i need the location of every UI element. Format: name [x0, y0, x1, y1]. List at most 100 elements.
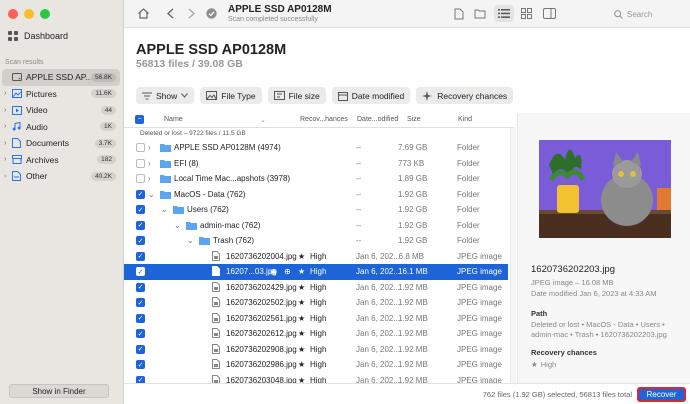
sidebar-item-dashboard[interactable]: Dashboard — [8, 31, 68, 41]
sidebar-item-documents[interactable]: › Documents 3.7K — [2, 135, 120, 152]
locate-icon[interactable]: ⊕ — [284, 267, 291, 276]
sidebar-item-audio[interactable]: › Audio 1K — [2, 119, 120, 136]
file-row[interactable]: ✓ 16207...03.jpg ◉ ⊕ ★ High Jan 6, 202... 16.1 … — [124, 264, 508, 280]
recovery-chances-filter-button[interactable]: Recovery chances — [416, 87, 514, 104]
chevron-right-icon[interactable]: › — [4, 107, 12, 114]
count-badge: 11.6K — [91, 89, 116, 99]
file-row[interactable]: ✓ 1620736202561.jpg ★ High Jan 6, 202... 1.92… — [124, 311, 508, 327]
recover-button[interactable]: Recover — [637, 387, 686, 402]
row-checkbox[interactable]: ✓ — [136, 267, 145, 276]
chevron-down-icon[interactable]: ⌄ — [148, 190, 155, 199]
select-all-checkbox[interactable]: − — [135, 115, 144, 124]
sort-chevron-icon[interactable]: ⌄ — [260, 116, 266, 124]
row-checkbox[interactable]: ✓ — [136, 251, 145, 261]
folder-row[interactable]: › Local Time Mac...apshots (3978) -- 1.89 G… — [124, 171, 508, 187]
chevron-right-icon[interactable]: › — [4, 90, 12, 97]
row-recovery: High — [310, 313, 327, 323]
chevron-down-icon[interactable]: ⌄ — [161, 205, 168, 214]
row-size: 1.92 MB — [398, 360, 428, 369]
preview-pane: 1620736202203.jpg JPEG image – 16.08 MB … — [517, 113, 690, 383]
row-kind: JPEG image — [457, 329, 502, 338]
chevron-down-icon[interactable]: ⌄ — [187, 236, 194, 245]
sidebar-item-other[interactable]: › Other 40.2K — [2, 168, 120, 185]
sidebar-item-label: Documents — [26, 138, 69, 149]
row-date: -- — [356, 189, 362, 199]
folder-row[interactable]: › APPLE SSD AP0128M (4974) -- 7.69 GB Folder — [124, 140, 508, 156]
dashboard-label: Dashboard — [24, 31, 69, 41]
close-window-button[interactable] — [8, 9, 18, 19]
table-scrollbar[interactable] — [510, 128, 516, 383]
chevron-right-icon[interactable]: › — [148, 143, 151, 152]
file-row[interactable]: ✓ 1620736202908.jpg ★ High Jan 6, 202... 1.92… — [124, 342, 508, 358]
file-size-filter-label: File size — [288, 90, 320, 101]
row-kind: JPEG image — [457, 360, 502, 369]
row-checkbox[interactable]: ✓ — [136, 236, 145, 245]
sidebar-item-video[interactable]: › Video 44 — [2, 102, 120, 119]
show-filter-button[interactable]: Show — [136, 87, 195, 104]
minimize-window-button[interactable] — [24, 9, 34, 19]
row-checkbox[interactable]: ✓ — [136, 205, 145, 214]
grid-view-icon[interactable] — [521, 8, 532, 19]
back-icon[interactable] — [166, 8, 176, 19]
list-view-button[interactable] — [494, 5, 514, 22]
row-checkbox[interactable]: ✓ — [136, 220, 145, 230]
folder-row[interactable]: ✓ ⌄ Users (762) -- 1.92 GB Folder — [124, 202, 508, 218]
chevron-down-icon[interactable]: ⌄ — [174, 221, 181, 230]
row-date: -- — [356, 158, 362, 168]
folder-row[interactable]: › EFI (8) -- 773 KB Folder — [124, 156, 508, 172]
row-checkbox[interactable] — [136, 158, 145, 168]
show-in-finder-button[interactable]: Show in Finder — [9, 384, 109, 398]
sidebar-item-label: Pictures — [26, 88, 57, 99]
chevron-right-icon[interactable]: › — [4, 173, 12, 180]
folder-view-icon[interactable] — [474, 8, 486, 19]
file-row[interactable]: ✓ 1620736202612.jpg ★ High Jan 6, 202... 1.92… — [124, 326, 508, 342]
row-checkbox[interactable] — [136, 174, 145, 183]
row-kind: JPEG image — [457, 298, 502, 307]
column-header-date[interactable]: Date...odified — [357, 116, 398, 123]
column-header-recovery[interactable]: Recov...hances — [300, 116, 348, 123]
row-checkbox[interactable]: ✓ — [136, 298, 145, 307]
zoom-window-button[interactable] — [40, 9, 50, 19]
file-row[interactable]: ✓ 1620736202502.jpg ★ High Jan 6, 202... 1.92… — [124, 295, 508, 311]
row-checkbox[interactable]: ✓ — [136, 313, 145, 323]
sidebar-item-pictures[interactable]: › Pictures 11.6K — [2, 86, 120, 103]
date-modified-filter-button[interactable]: Date modified — [331, 87, 411, 104]
sidebar-item-apple-ssd-ap[interactable]: APPLE SSD AP... 56.8K — [2, 69, 120, 86]
folder-row[interactable]: ✓ ⌄ admin-mac (762) -- 1.92 GB Folder — [124, 218, 508, 234]
home-icon[interactable] — [137, 7, 150, 20]
chevron-right-icon[interactable]: › — [148, 159, 151, 168]
row-kind: JPEG image — [457, 282, 502, 292]
image-file-icon — [212, 266, 220, 278]
preview-pane-icon[interactable] — [543, 8, 556, 19]
search-field[interactable]: Search — [614, 7, 676, 21]
row-name: Trash (762) — [213, 236, 255, 245]
chevron-right-icon[interactable]: › — [4, 123, 12, 130]
preview-eye-icon[interactable]: ◉ — [270, 267, 277, 276]
sidebar-item-label: Video — [26, 105, 48, 116]
row-checkbox[interactable] — [136, 143, 145, 152]
file-type-filter-button[interactable]: File Type — [200, 87, 262, 104]
chevron-right-icon[interactable]: › — [4, 156, 12, 163]
column-header-kind[interactable]: Kind — [458, 116, 472, 123]
column-header-size[interactable]: Size — [407, 116, 421, 123]
file-row[interactable]: ✓ 1620736202004.jpg ★ High Jan 6, 202... 6.8 … — [124, 249, 508, 265]
document-icon[interactable] — [454, 8, 464, 20]
file-row[interactable]: ✓ 1620736202986.jpg ★ High Jan 6, 202... 1.92… — [124, 357, 508, 373]
row-checkbox[interactable]: ✓ — [136, 282, 145, 292]
file-size-filter-button[interactable]: File size — [267, 87, 326, 104]
count-badge: 1K — [100, 122, 116, 132]
row-checkbox[interactable]: ✓ — [136, 329, 145, 338]
chevron-right-icon[interactable]: › — [4, 140, 12, 147]
file-row[interactable]: ✓ 1620736202429.jpg ★ High Jan 6, 202... 1.92… — [124, 280, 508, 296]
column-header-name[interactable]: Name — [164, 116, 183, 123]
folder-row[interactable]: ✓ ⌄ MacOS - Data (762) -- 1.92 GB Folder — [124, 187, 508, 203]
chevron-right-icon[interactable]: › — [148, 174, 151, 183]
sidebar-item-archives[interactable]: › Archives 182 — [2, 152, 120, 169]
folder-icon — [160, 174, 171, 185]
forward-icon[interactable] — [186, 8, 196, 19]
row-kind: Folder — [457, 236, 480, 245]
row-checkbox[interactable]: ✓ — [136, 360, 145, 369]
row-checkbox[interactable]: ✓ — [136, 189, 145, 199]
row-checkbox[interactable]: ✓ — [136, 344, 145, 354]
folder-row[interactable]: ✓ ⌄ Trash (762) -- 1.92 GB Folder — [124, 233, 508, 249]
